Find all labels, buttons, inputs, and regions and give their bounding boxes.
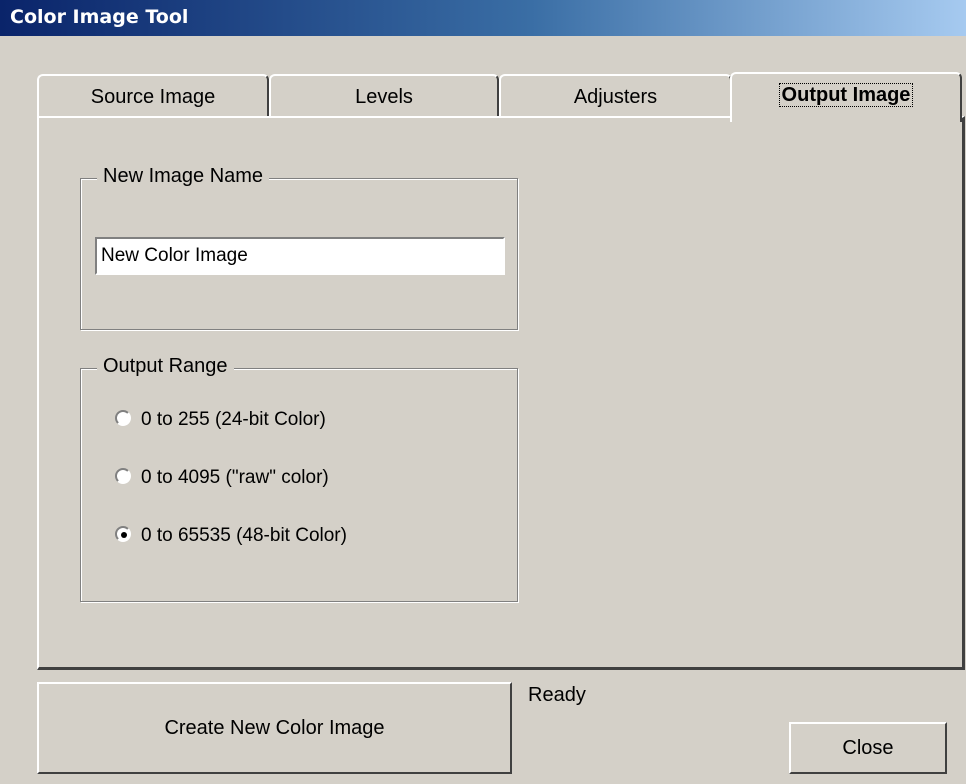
group-legend: New Image Name: [97, 165, 270, 188]
image-name-input[interactable]: [95, 237, 505, 275]
create-new-color-image-button[interactable]: Create New Color Image: [37, 682, 512, 774]
tab-label: Levels: [355, 86, 413, 108]
tab-label: Output Image: [778, 83, 914, 107]
tab-panel-output-image: New Image Name Output Range 0 to 255 (24…: [37, 116, 965, 670]
radio-button-icon[interactable]: [115, 409, 131, 426]
group-legend: Output Range: [97, 355, 234, 378]
tab-source-image[interactable]: Source Image: [37, 74, 269, 118]
radio-option-raw[interactable]: 0 to 4095 ("raw" color): [115, 465, 329, 491]
close-button[interactable]: Close: [789, 722, 947, 774]
radio-option-24bit[interactable]: 0 to 255 (24-bit Color): [115, 407, 326, 433]
status-text: Ready: [528, 684, 586, 706]
new-image-name-group: New Image Name: [80, 165, 518, 330]
radio-label: 0 to 65535 (48-bit Color): [141, 525, 347, 546]
window-title: Color Image Tool: [10, 6, 189, 28]
output-range-group: Output Range 0 to 255 (24-bit Color) 0 t…: [80, 355, 518, 602]
radio-button-icon[interactable]: [115, 467, 131, 484]
title-bar: Color Image Tool: [0, 0, 966, 36]
tab-levels[interactable]: Levels: [269, 74, 499, 118]
radio-label: 0 to 255 (24-bit Color): [141, 409, 326, 430]
radio-label: 0 to 4095 ("raw" color): [141, 467, 329, 488]
tab-output-image[interactable]: Output Image: [730, 72, 962, 122]
tab-label: Source Image: [90, 86, 216, 108]
tab-label: Adjusters: [573, 86, 658, 108]
radio-button-icon[interactable]: [115, 525, 131, 542]
tab-adjusters[interactable]: Adjusters: [499, 74, 732, 118]
radio-option-48bit[interactable]: 0 to 65535 (48-bit Color): [115, 523, 347, 549]
